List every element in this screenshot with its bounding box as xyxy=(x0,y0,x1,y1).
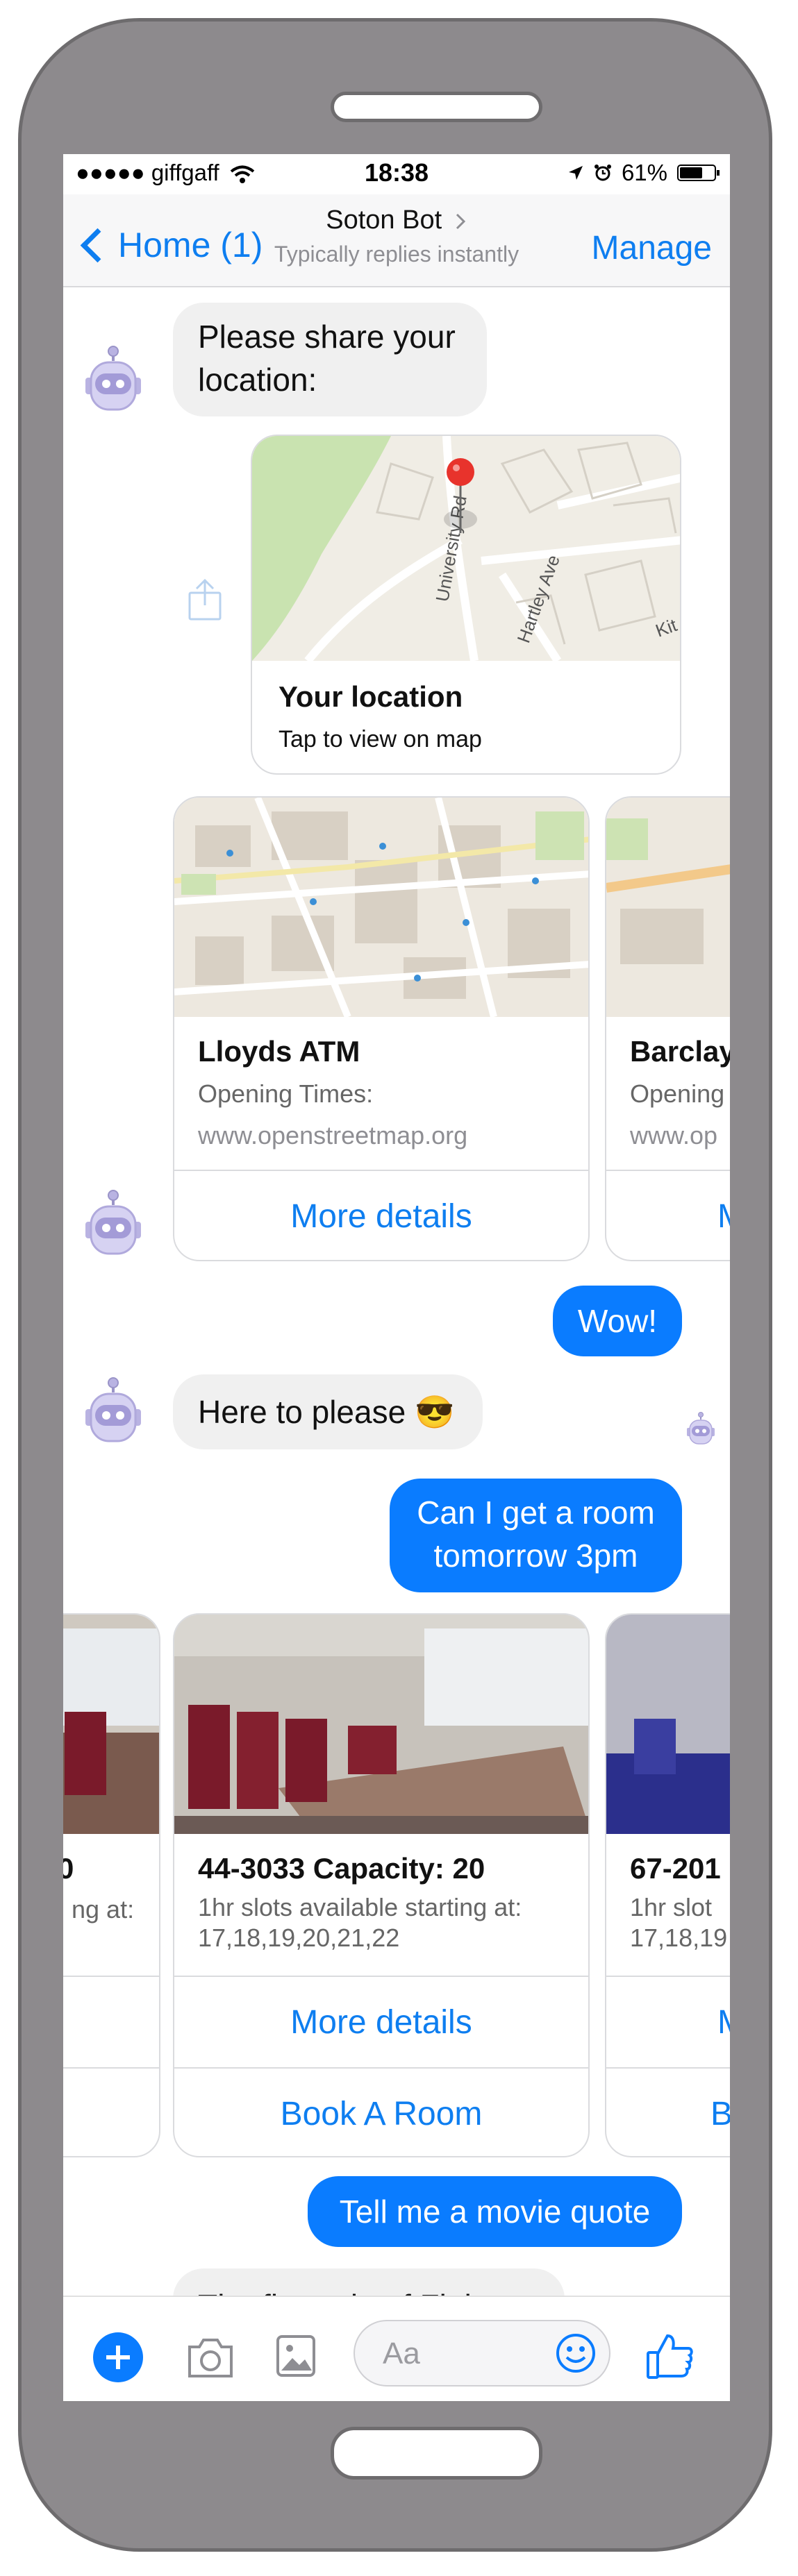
alarm-icon xyxy=(594,165,611,181)
bot-avatar-icon[interactable] xyxy=(81,346,145,415)
room-card[interactable]: 0 ng at: xyxy=(63,1613,160,2157)
message-composer: Aa xyxy=(63,2296,730,2401)
room-photo xyxy=(174,1615,588,1834)
place-subtitle: Opening Times: xyxy=(198,1079,374,1108)
user-message-wow: Wow! xyxy=(553,1286,682,1356)
place-title: Lloyds ATM xyxy=(198,1035,360,1068)
room-title: 44-3033 Capacity: 20 xyxy=(198,1852,485,1885)
more-details-button[interactable]: M xyxy=(606,1976,730,2069)
room-card[interactable]: 44-3033 Capacity: 20 1hr slots available… xyxy=(173,1613,590,2157)
location-arrow-icon xyxy=(568,166,583,180)
room-card[interactable]: 67-201 1hr slot 17,18,19 M B xyxy=(605,1613,730,2157)
book-room-button[interactable] xyxy=(63,2067,159,2156)
user-message-movie-quote: Tell me a movie quote xyxy=(308,2176,682,2247)
book-room-button[interactable]: Book A Room xyxy=(174,2067,588,2156)
location-card[interactable]: University Rd Hartley Ave Kit Your locat… xyxy=(251,435,681,775)
message-input[interactable]: Aa xyxy=(354,2320,610,2386)
more-details-button[interactable]: More details xyxy=(174,1976,588,2069)
manage-button[interactable]: Manage xyxy=(592,229,712,267)
phone-screen: ●●●●● giffgaff 18:38 61% Home (1) Soton … xyxy=(63,154,730,2401)
location-card-title: Your location xyxy=(279,680,463,713)
share-location-prompt: Please share your location: xyxy=(173,303,487,416)
message-input-placeholder: Aa xyxy=(383,2337,420,2371)
place-card[interactable]: Barclay Opening www.op M xyxy=(605,796,730,1261)
more-details-button[interactable]: M xyxy=(606,1170,730,1260)
conversation-header: Home (1) Soton Bot Typically replies ins… xyxy=(63,194,730,287)
location-map: University Rd Hartley Ave Kit xyxy=(252,436,680,661)
battery-percent: 61% xyxy=(621,160,667,185)
user-message-room-request: Can I get a room tomorrow 3pm xyxy=(390,1479,682,1592)
phone-speaker xyxy=(331,92,542,122)
place-source: www.openstreetmap.org xyxy=(198,1121,468,1150)
more-details-button[interactable]: More details xyxy=(174,1170,588,1260)
smiley-icon[interactable] xyxy=(555,2332,597,2374)
location-card-subtitle: Tap to view on map xyxy=(279,726,482,752)
room-subtitle: 1hr slot 17,18,19 xyxy=(630,1893,728,1952)
phone-home-button[interactable] xyxy=(331,2427,542,2480)
bot-name: Soton Bot xyxy=(326,205,442,235)
room-title: 0 xyxy=(63,1852,74,1885)
image-icon[interactable] xyxy=(276,2334,316,2377)
bot-avatar-icon[interactable] xyxy=(81,1190,145,1259)
room-photo xyxy=(63,1615,159,1834)
more-details-button[interactable] xyxy=(63,1976,159,2069)
status-bar: ●●●●● giffgaff 18:38 61% xyxy=(63,154,730,194)
room-subtitle: 1hr slots available starting at: 17,18,1… xyxy=(198,1893,522,1952)
place-source: www.op xyxy=(630,1121,718,1150)
camera-icon[interactable] xyxy=(185,2337,235,2379)
read-receipt-bot-icon xyxy=(685,1412,717,1447)
bot-message-please: Here to please 😎 xyxy=(173,1374,483,1449)
bot-avatar-icon[interactable] xyxy=(81,1377,145,1447)
battery-icon xyxy=(677,165,720,181)
room-subtitle: ng at: xyxy=(72,1895,135,1923)
place-title: Barclay xyxy=(630,1035,730,1068)
plus-icon[interactable] xyxy=(92,2332,144,2383)
place-card[interactable]: Lloyds ATM Opening Times: www.openstreet… xyxy=(173,796,590,1261)
book-room-button[interactable]: B xyxy=(606,2067,730,2156)
thumbs-up-icon[interactable] xyxy=(645,2332,694,2380)
place-map xyxy=(606,798,730,1017)
room-photo xyxy=(606,1615,730,1834)
share-icon[interactable] xyxy=(187,578,223,622)
place-subtitle: Opening xyxy=(630,1079,725,1108)
chevron-right-icon xyxy=(456,213,465,230)
place-map xyxy=(174,798,588,1017)
room-title: 67-201 xyxy=(630,1852,721,1885)
status-right: 61% xyxy=(567,160,720,186)
